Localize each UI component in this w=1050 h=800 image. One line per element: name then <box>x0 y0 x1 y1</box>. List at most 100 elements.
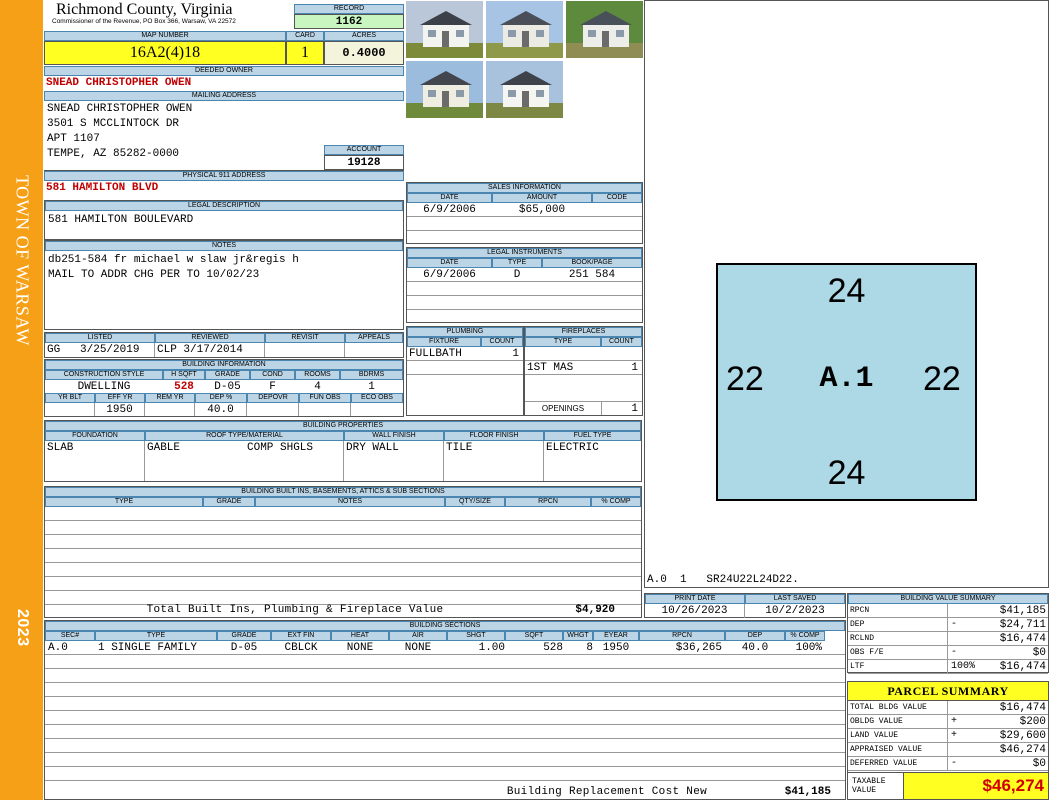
physical-address: 581 HAMILTON BLVD <box>46 182 159 194</box>
section-header: GRADE <box>217 631 271 641</box>
value-summary-row: OBS F/E - $0 <box>848 646 1048 660</box>
wall-finish-header: WALL FINISH <box>344 431 444 441</box>
notes-box: NOTES db251-584 fr michael w slaw jr&reg… <box>44 240 404 330</box>
section-row <box>45 697 845 711</box>
section-header: HEAT <box>331 631 389 641</box>
section-cell: 8 <box>586 642 593 654</box>
taxable-value: $46,274 <box>904 773 1048 799</box>
sales-date: 6/9/2006 <box>423 204 476 216</box>
summary-item-modifier: - <box>951 619 958 630</box>
section-header: TYPE <box>95 631 217 641</box>
builtin-comp-header: % COMP <box>591 497 641 507</box>
deeded-owner-box: DEEDED OWNER SNEAD CHRISTOPHER OWEN <box>44 66 404 90</box>
section-header: EYEAR <box>593 631 639 641</box>
section-row <box>45 683 845 697</box>
parcel-item-value: $200 <box>1019 716 1046 728</box>
listed-by: GG <box>47 344 61 356</box>
effyr-header: EFF YR <box>95 393 145 403</box>
map-number-label: MAP NUMBER <box>44 31 286 41</box>
property-photo[interactable] <box>405 60 484 119</box>
sketch-section-a1: 24 24 22 22 A.1 <box>716 263 977 501</box>
dates-box: PRINT DATE LAST SAVED 10/26/2023 10/2/20… <box>644 593 846 618</box>
parcel-item-value: $46,274 <box>999 744 1046 756</box>
parcel-row: TOTAL BLDG VALUE $16,474 <box>848 701 1048 715</box>
fireplace-count: 1 <box>631 362 638 374</box>
parcel-item-label: OBLDG VALUE <box>848 715 948 728</box>
foundation-header: FOUNDATION <box>45 431 145 441</box>
openings-label: OPENINGS <box>541 404 585 413</box>
building-sections-box: BUILDING SECTIONS SEC# TYPE GRADE EXT FIN HE… <box>44 620 846 800</box>
county-header: Richmond County, Virginia Commissioner o… <box>44 2 294 32</box>
summary-item-modifier: - <box>951 647 958 658</box>
card-value: 1 <box>286 41 324 65</box>
notes-line-1: db251-584 fr michael w slaw jr&regis h <box>48 254 299 266</box>
map-number: 16A2(4)18 <box>44 41 286 65</box>
reviewed-date: 3/17/2014 <box>183 344 243 356</box>
sales-info-box: SALES INFORMATION DATE AMOUNT CODE 6/9/2… <box>406 182 643 244</box>
parcel-item-modifier: - <box>951 758 958 769</box>
sales-amount-header: AMOUNT <box>492 193 592 203</box>
instr-type-header: TYPE <box>492 258 542 268</box>
parcel-row: LAND VALUE + $29,600 <box>848 729 1048 743</box>
parcel-item-label: TOTAL BLDG VALUE <box>848 701 948 714</box>
fireplace-count-header: COUNT <box>601 337 642 347</box>
depovr-header: DEPOVR <box>247 393 299 403</box>
grade-value: D-05 <box>214 381 241 393</box>
wall-finish: DRY WALL <box>344 441 444 481</box>
instr-book-header: BOOK/PAGE <box>542 258 642 268</box>
section-header: SQFT <box>505 631 563 641</box>
summary-item-label: RCLND <box>848 632 948 645</box>
funobs-header: FUN OBS <box>299 393 351 403</box>
floor-finish-header: FLOOR FINISH <box>444 431 544 441</box>
deeded-owner-label: DEEDED OWNER <box>44 66 404 76</box>
listed-date: 3/25/2019 <box>80 344 140 356</box>
building-sections-label: BUILDING SECTIONS <box>45 621 845 631</box>
parcel-item-modifier: + <box>951 716 958 727</box>
section-cell: 1 SINGLE FAMILY <box>98 642 198 654</box>
taxable-label-line2: VALUE <box>852 786 877 795</box>
fireplace-type: 1ST MAS <box>527 362 574 374</box>
builtin-row <box>45 563 641 577</box>
property-photo[interactable] <box>405 0 484 59</box>
parcel-item-value: $16,474 <box>999 702 1046 714</box>
dep-value: 40.0 <box>195 403 247 416</box>
property-photo[interactable] <box>485 60 564 119</box>
taxable-value-label: TAXABLE VALUE <box>848 773 904 799</box>
section-cell: 100% <box>795 642 822 654</box>
building-properties-box: BUILDING PROPERTIES FOUNDATION ROOF TYPE… <box>44 420 642 482</box>
property-photo[interactable] <box>565 0 644 59</box>
sketch-section-label: A.1 <box>819 362 874 396</box>
parcel-item-value: $0 <box>1032 758 1046 770</box>
summary-item-value: $41,185 <box>999 605 1046 617</box>
parcel-item-modifier <box>948 701 988 714</box>
revisit-label: REVISIT <box>265 333 345 343</box>
sales-code-header: CODE <box>592 193 642 203</box>
value-summary-label: BUILDING VALUE SUMMARY <box>848 594 1048 604</box>
section-cell: NONE <box>346 642 374 654</box>
property-photo[interactable] <box>485 0 564 59</box>
plumbing-count-header: COUNT <box>481 337 523 347</box>
record-label: RECORD <box>294 4 404 14</box>
grade-header: GRADE <box>205 370 250 380</box>
instr-book: 251 584 <box>568 269 616 281</box>
photo-gallery <box>405 0 645 120</box>
legal-description: 581 HAMILTON BOULEVARD <box>48 214 194 226</box>
roof-header: ROOF TYPE/MATERIAL <box>145 431 344 441</box>
year-label: 2023 <box>14 609 31 647</box>
bdrms-header: BDRMS <box>340 370 403 380</box>
summary-item-label: DEP <box>848 618 948 631</box>
section-cell: NONE <box>404 642 432 654</box>
built-ins-total-label: Total Built Ins, Plumbing & Fireplace Va… <box>146 604 444 616</box>
section-row <box>45 711 845 725</box>
replacement-cost-value: $41,185 <box>784 786 831 798</box>
value-summary-row: DEP - $24,711 <box>848 618 1048 632</box>
section-header: EXT FIN <box>271 631 331 641</box>
built-ins-total-value: $4,920 <box>575 604 615 616</box>
construction-style-header: CONSTRUCTION STYLE <box>45 370 163 380</box>
parcel-item-label: APPRAISED VALUE <box>848 743 948 756</box>
fixture-header: FIXTURE <box>407 337 481 347</box>
section-row <box>45 739 845 753</box>
value-summary-row: RPCN $41,185 <box>848 604 1048 618</box>
section-cell: 528 <box>543 642 563 654</box>
section-header: SHGT <box>447 631 505 641</box>
